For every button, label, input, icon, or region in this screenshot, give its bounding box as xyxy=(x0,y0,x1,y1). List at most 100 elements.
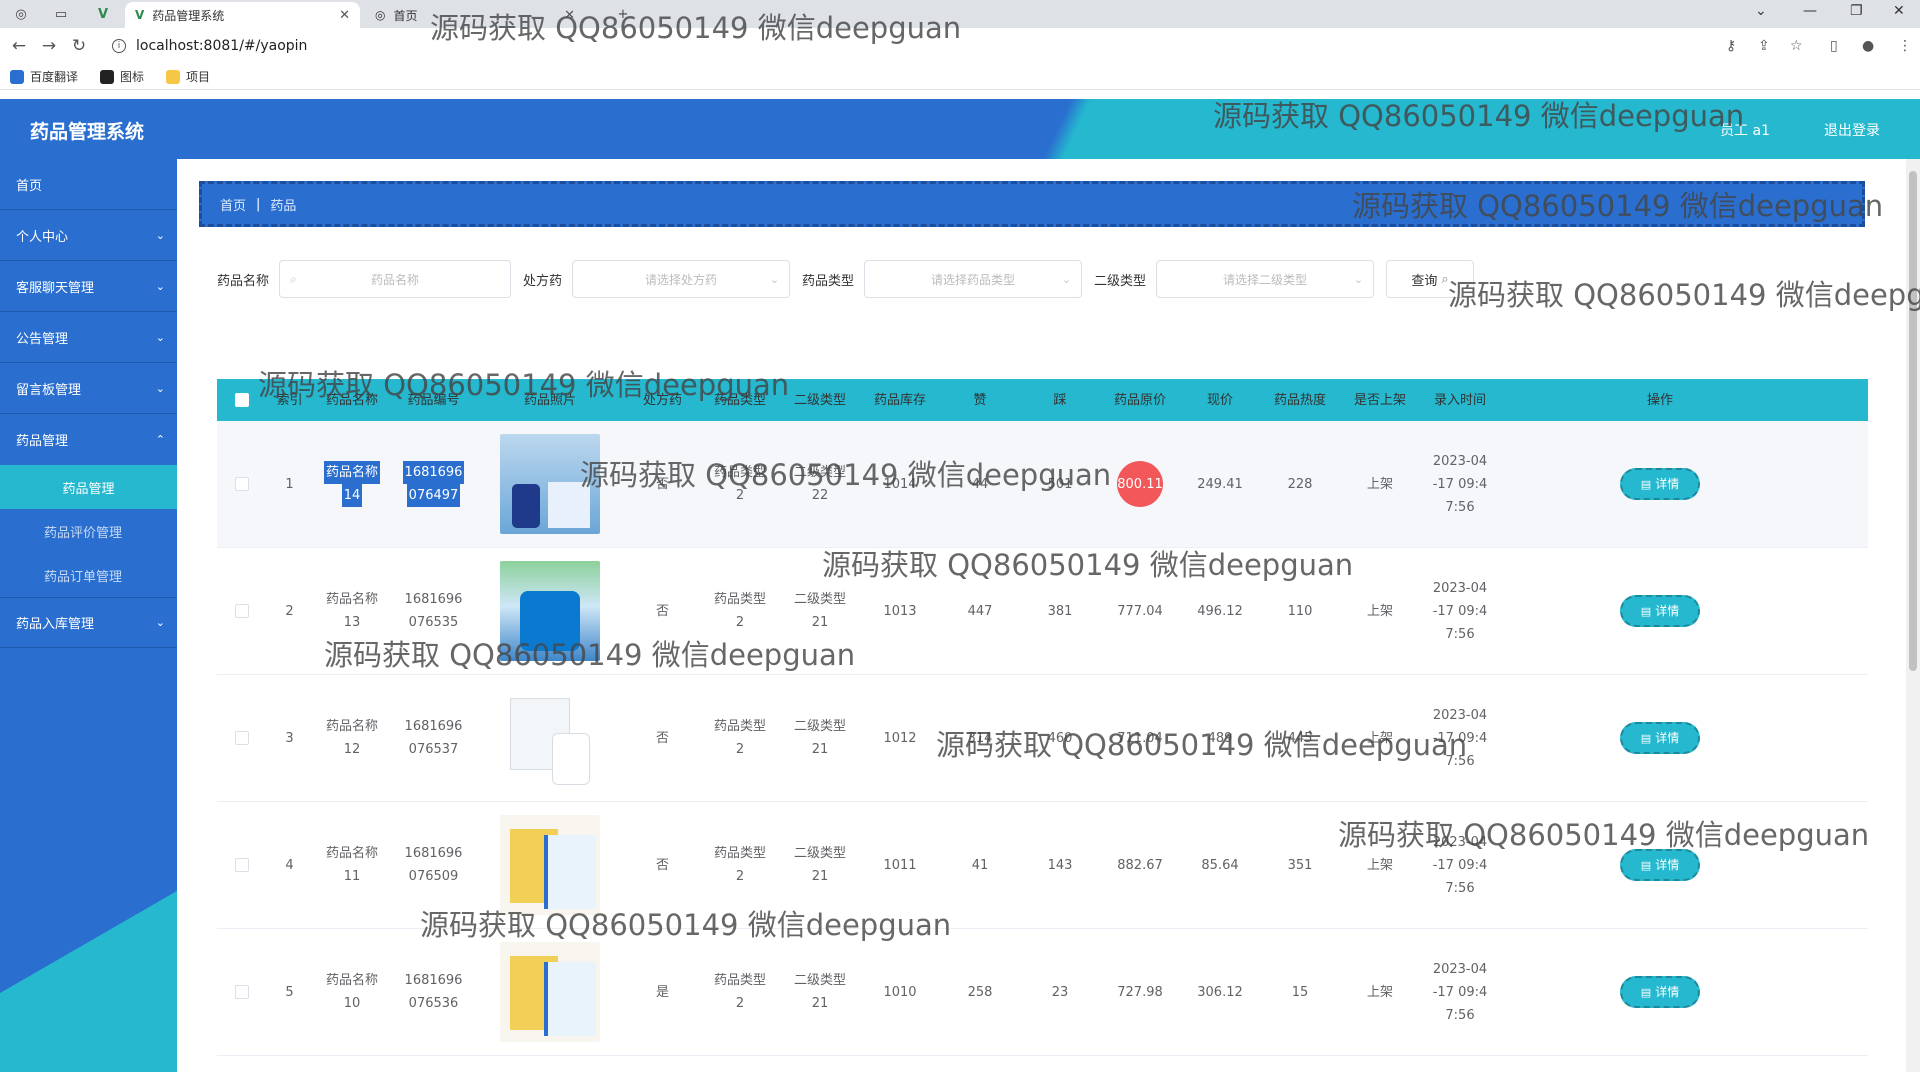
restore-icon[interactable]: ❐ xyxy=(1850,3,1863,19)
cell-text: 药品类型 xyxy=(713,592,766,607)
cell-text: 076537 xyxy=(408,742,459,757)
page-scrollbar[interactable] xyxy=(1906,159,1920,1072)
cell-type: 药品类型 2 xyxy=(700,715,780,761)
drug-photo xyxy=(500,688,600,788)
header-rx: 处方药 xyxy=(642,392,682,408)
detail-button[interactable]: ▤ 详情 xyxy=(1620,976,1700,1008)
chevron-down-icon: ⌄ xyxy=(155,228,165,242)
drug-name-input[interactable]: ⌕ 药品名称 xyxy=(279,260,512,298)
cell-current-price: 306.12 xyxy=(1197,984,1243,1000)
row-checkbox[interactable] xyxy=(235,985,249,999)
cell-text: 7:56 xyxy=(1445,1007,1475,1023)
profile-icon[interactable]: ● xyxy=(1862,38,1874,54)
more-icon[interactable]: ⋮ xyxy=(1898,38,1912,54)
cell-created-time: 2023-04 -17 09:4 7:56 xyxy=(1420,958,1500,1027)
drug-type-select[interactable]: 请选择药品类型 ⌄ xyxy=(864,260,1083,298)
cell-text: 1681696 xyxy=(402,461,465,484)
cell-photo xyxy=(475,434,625,534)
drug-type-placeholder: 请选择药品类型 xyxy=(931,272,1016,287)
cell-on-shelf: 上架 xyxy=(1366,857,1393,873)
cell-code: 1681696 076537 xyxy=(392,715,475,761)
sidebar-item-notice[interactable]: 公告管理 ⌄ xyxy=(0,312,177,363)
sidepanel-icon[interactable]: ▯ xyxy=(1830,38,1838,54)
star-icon[interactable]: ☆ xyxy=(1790,38,1803,54)
header-name: 药品名称 xyxy=(325,392,378,408)
browser-tab-active[interactable]: V 药品管理系统 ✕ xyxy=(125,2,360,28)
forward-icon[interactable]: → xyxy=(34,36,64,56)
chevron-down-icon: ⌄ xyxy=(155,381,165,395)
cell-heat: 15 xyxy=(1291,984,1309,1000)
back-icon[interactable]: ← xyxy=(4,36,34,56)
cell-text: 14 xyxy=(341,484,363,507)
row-checkbox[interactable] xyxy=(235,731,249,745)
globe-icon[interactable]: ◎ xyxy=(10,4,32,24)
chevron-down-icon[interactable]: ⌄ xyxy=(1755,3,1767,19)
vue-icon: V xyxy=(135,8,145,22)
close-icon[interactable]: ✕ xyxy=(1893,3,1905,19)
bookmark-icons[interactable]: 图标 xyxy=(100,68,144,85)
sidebar-subitem-drug-manage[interactable]: 药品管理 xyxy=(0,465,177,509)
minimize-icon[interactable]: — xyxy=(1803,3,1817,19)
cell-text: 2 xyxy=(735,869,745,884)
cell-text: 22 xyxy=(811,488,829,503)
key-icon[interactable]: ⚷ xyxy=(1726,38,1736,54)
info-icon[interactable]: i xyxy=(112,39,126,53)
table-row: 4 药品名称 11 1681696 076509 否 药品类型 2 二级类型 21 10… xyxy=(217,802,1868,929)
cell-text: 7:56 xyxy=(1445,880,1475,896)
vue-icon[interactable]: V xyxy=(92,4,114,24)
chevron-up-icon: ⌃ xyxy=(155,433,165,446)
cell-text: 7:56 xyxy=(1445,753,1475,769)
cell-text: 药品名称 xyxy=(323,461,380,484)
query-button[interactable]: 查询 ⌕ xyxy=(1386,260,1475,298)
header-index: 索引 xyxy=(276,392,303,408)
close-icon[interactable]: ✕ xyxy=(564,8,575,23)
cell-current-price: 85.64 xyxy=(1201,857,1239,873)
sidebar-item-chat[interactable]: 客服聊天管理 ⌄ xyxy=(0,261,177,312)
detail-button[interactable]: ▤ 详情 xyxy=(1620,468,1700,500)
select-all-cell xyxy=(217,393,267,407)
bookmark-label: 百度翻译 xyxy=(30,70,79,84)
sub-type-placeholder: 请选择二级类型 xyxy=(1223,272,1308,287)
close-icon[interactable]: ✕ xyxy=(339,8,350,23)
cell-text: 7:56 xyxy=(1445,499,1475,515)
cell-text: 药品名称 xyxy=(325,719,378,734)
row-checkbox[interactable] xyxy=(235,858,249,872)
cell-text: 21 xyxy=(811,615,829,630)
breadcrumb-home[interactable]: 首页 xyxy=(220,195,246,214)
row-checkbox[interactable] xyxy=(235,477,249,491)
logout-link[interactable]: 退出登录 xyxy=(1824,120,1880,140)
sub-type-select[interactable]: 请选择二级类型 ⌄ xyxy=(1156,260,1375,298)
detail-button[interactable]: ▤ 详情 xyxy=(1620,849,1700,881)
drug-photo xyxy=(500,942,600,1042)
cell-text: 21 xyxy=(811,996,829,1011)
sidebar-subitem-drug-review[interactable]: 药品评价管理 xyxy=(0,509,177,553)
detail-button[interactable]: ▤ 详情 xyxy=(1620,722,1700,754)
header-actions: 操作 xyxy=(1646,392,1673,408)
cell-text: 2023-04 xyxy=(1432,834,1488,850)
sidebar-item-messages[interactable]: 留言板管理 ⌄ xyxy=(0,363,177,414)
bookmark-project[interactable]: 项目 xyxy=(166,68,210,85)
row-checkbox[interactable] xyxy=(235,604,249,618)
cell-likes: 447 xyxy=(967,603,993,619)
reload-icon[interactable]: ↻ xyxy=(64,36,94,56)
blank-tab-icon[interactable]: ▭ xyxy=(50,4,72,24)
url-field[interactable]: i localhost:8081/#/yaopin xyxy=(112,38,307,54)
detail-button[interactable]: ▤ 详情 xyxy=(1620,595,1700,627)
row-select-cell xyxy=(217,731,267,745)
browser-tab[interactable]: ◎ 首页 ✕ xyxy=(365,2,585,28)
select-all-checkbox[interactable] xyxy=(235,393,249,407)
cell-index: 1 xyxy=(285,476,294,492)
sidebar-item-drugs[interactable]: 药品管理 ⌃ xyxy=(0,414,177,465)
scrollbar-thumb[interactable] xyxy=(1909,171,1917,671)
sidebar-item-stock-in[interactable]: 药品入库管理 ⌄ xyxy=(0,597,177,648)
sidebar-item-label: 首页 xyxy=(16,178,43,194)
sidebar-item-home[interactable]: 首页 xyxy=(0,159,177,210)
cell-text: -17 09:4 xyxy=(1432,984,1488,1000)
sidebar-item-profile[interactable]: 个人中心 ⌄ xyxy=(0,210,177,261)
share-icon[interactable]: ⇪ xyxy=(1758,38,1770,54)
sidebar-subitem-drug-order[interactable]: 药品订单管理 xyxy=(0,553,177,597)
bookmark-translate[interactable]: 百度翻译 xyxy=(10,68,78,85)
new-tab-button[interactable]: + xyxy=(612,4,634,24)
cell-text: 10 xyxy=(343,996,361,1011)
rx-select[interactable]: 请选择处方药 ⌄ xyxy=(572,260,791,298)
